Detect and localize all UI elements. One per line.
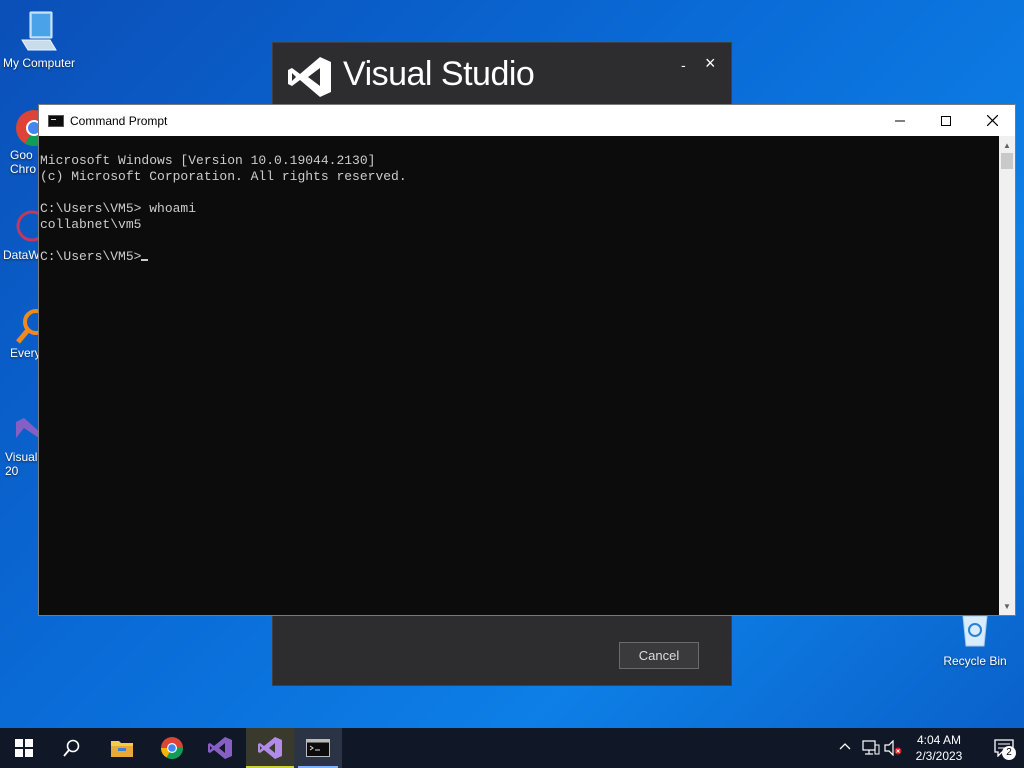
taskbar-file-explorer[interactable] <box>98 728 146 768</box>
volume-muted-icon[interactable] <box>884 739 902 761</box>
taskbar: 4:04 AM 2/3/2023 2 <box>0 728 1024 768</box>
network-icon[interactable] <box>862 740 880 761</box>
clock-date: 2/3/2023 <box>915 749 963 763</box>
action-center-button[interactable]: 2 <box>984 728 1024 768</box>
desktop-icon-label: Recycle Bin <box>943 654 1007 668</box>
maximize-icon <box>941 115 951 126</box>
windows-logo-icon <box>15 739 33 757</box>
scroll-down-arrow-icon[interactable]: ▼ <box>999 599 1015 613</box>
command-prompt-icon <box>306 739 330 757</box>
text-cursor <box>141 259 149 261</box>
desktop-icon-label: My Computer <box>2 56 76 70</box>
visual-studio-title: Visual Studio <box>343 55 535 93</box>
minimize-button[interactable] <box>877 105 923 136</box>
taskbar-search-button[interactable] <box>48 728 96 768</box>
maximize-button[interactable] <box>923 105 969 136</box>
console-line: ​ <box>40 185 998 201</box>
cancel-button[interactable]: Cancel <box>619 642 699 669</box>
vs-close-button[interactable]: × <box>705 53 716 74</box>
show-hidden-icons-chevron-icon[interactable] <box>838 740 854 756</box>
chrome-icon <box>161 737 183 759</box>
console-line: collabnet\vm5 <box>40 217 142 232</box>
system-tray: 4:04 AM 2/3/2023 2 <box>824 728 1024 768</box>
clock-time: 4:04 AM <box>916 733 962 747</box>
close-icon <box>986 115 998 126</box>
visual-studio-icon <box>208 737 232 759</box>
notification-count-badge: 2 <box>1002 746 1016 760</box>
close-button[interactable] <box>969 105 1015 136</box>
console-output[interactable]: Microsoft Windows [Version 10.0.19044.21… <box>39 136 999 615</box>
start-button[interactable] <box>0 728 48 768</box>
taskbar-visual-studio[interactable] <box>196 728 244 768</box>
visual-studio-icon <box>16 418 40 439</box>
desktop-icon-everything[interactable]: Every <box>0 306 42 360</box>
desktop-icon-label: DataW <box>3 248 40 262</box>
search-icon <box>63 739 80 757</box>
cmd-app-icon <box>48 114 64 127</box>
desktop-icon-visual-studio[interactable]: Visual 20 <box>0 410 40 478</box>
console-prompt-line: C:\Users\VM5> <box>40 249 998 265</box>
taskbar-visual-studio-installer[interactable] <box>246 728 294 768</box>
computer-icon <box>21 11 57 51</box>
console-line: C:\Users\VM5> whoami <box>40 201 197 216</box>
desktop-icon-label: Visual 20 <box>5 450 38 478</box>
console-line: (c) Microsoft Corporation. All rights re… <box>40 169 407 184</box>
scroll-thumb[interactable] <box>1001 153 1013 169</box>
visual-studio-icon <box>258 737 282 759</box>
desktop-icon-my-computer[interactable]: My Computer <box>0 10 78 70</box>
console-prompt: C:\Users\VM5> <box>40 249 142 264</box>
minimize-icon <box>895 120 905 121</box>
desktop-icon-datawarehouse[interactable]: DataW <box>0 208 42 262</box>
clock[interactable]: 4:04 AM 2/3/2023 <box>904 732 974 764</box>
scroll-up-arrow-icon[interactable]: ▲ <box>999 138 1015 152</box>
taskbar-command-prompt[interactable] <box>294 728 342 768</box>
console-line: ​ <box>40 233 998 249</box>
vs-minimize-button[interactable]: - <box>681 57 686 73</box>
console-line: Microsoft Windows [Version 10.0.19044.21… <box>40 153 376 168</box>
command-prompt-window[interactable]: Command Prompt Microsoft Windows [Versio… <box>38 104 1016 616</box>
desktop-icon-recycle-bin[interactable]: Recycle Bin <box>940 610 1010 668</box>
vertical-scrollbar[interactable]: ▲ ▼ <box>999 136 1015 615</box>
folder-icon <box>111 741 133 757</box>
cmd-window-title: Command Prompt <box>70 113 168 128</box>
visual-studio-logo-icon <box>288 57 331 97</box>
cmd-titlebar[interactable]: Command Prompt <box>39 105 1015 136</box>
taskbar-chrome[interactable] <box>148 728 196 768</box>
